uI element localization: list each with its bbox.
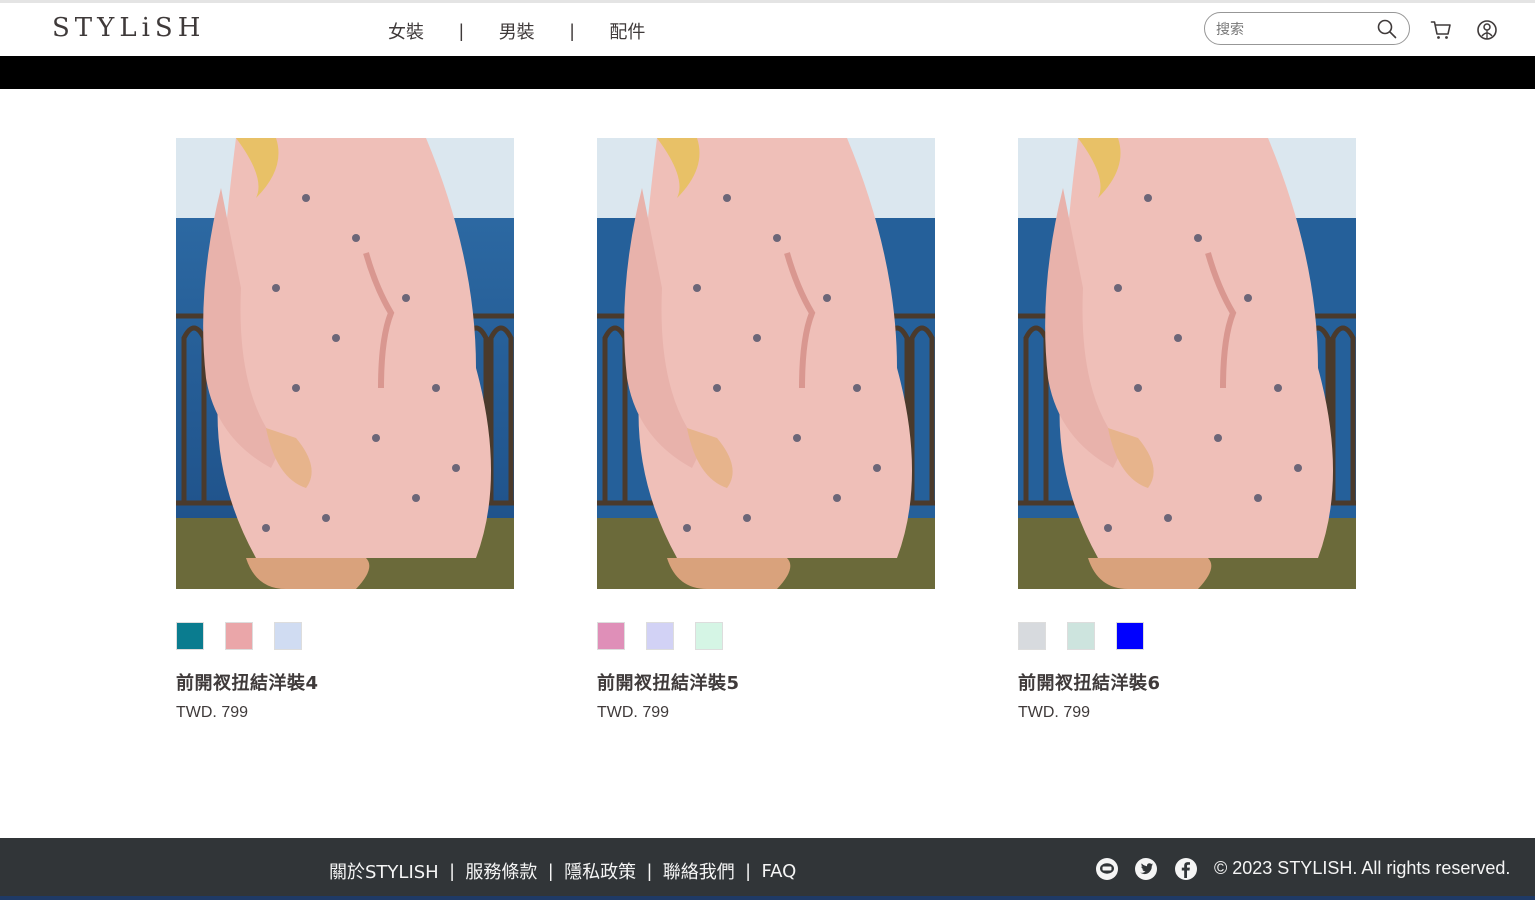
color-swatches bbox=[597, 622, 744, 650]
footer-links: 關於STYLISH | 服務條款 | 隱私政策 | 聯絡我們 | FAQ bbox=[329, 858, 796, 884]
color-swatch[interactable] bbox=[597, 622, 625, 650]
twitter-icon[interactable] bbox=[1134, 857, 1158, 886]
footer-bottom-strip bbox=[0, 896, 1535, 900]
nav-women[interactable]: 女裝 bbox=[370, 18, 442, 44]
product-image[interactable] bbox=[1018, 138, 1356, 589]
site-header: STYLiSH 女裝 | 男裝 | 配件 bbox=[0, 3, 1535, 56]
product-card[interactable]: 前開衩扭結洋裝6 TWD. 799 bbox=[1018, 138, 1356, 721]
color-swatches bbox=[1018, 622, 1165, 650]
search-input[interactable] bbox=[1214, 18, 1378, 42]
product-card[interactable]: 前開衩扭結洋裝4 TWD. 799 bbox=[176, 138, 514, 721]
search-icon[interactable] bbox=[1377, 19, 1397, 44]
line-icon[interactable] bbox=[1095, 857, 1119, 886]
footer-link-faq[interactable]: FAQ bbox=[761, 861, 796, 882]
nav-accessories[interactable]: 配件 bbox=[591, 18, 663, 44]
nav-men[interactable]: 男裝 bbox=[481, 18, 553, 44]
product-name[interactable]: 前開衩扭結洋裝4 bbox=[176, 669, 319, 695]
color-swatch[interactable] bbox=[225, 622, 253, 650]
color-swatches bbox=[176, 622, 323, 650]
color-swatch[interactable] bbox=[1067, 622, 1095, 650]
product-price: TWD. 799 bbox=[597, 704, 670, 721]
footer-separator: | bbox=[745, 860, 751, 881]
footer-separator: | bbox=[548, 860, 554, 881]
product-price: TWD. 799 bbox=[176, 704, 249, 721]
product-image[interactable] bbox=[176, 138, 514, 589]
cart-icon[interactable] bbox=[1430, 19, 1452, 46]
footer-link-contact[interactable]: 聯絡我們 bbox=[663, 858, 735, 884]
color-swatch[interactable] bbox=[1018, 622, 1046, 650]
color-swatch[interactable] bbox=[646, 622, 674, 650]
site-footer: 關於STYLISH | 服務條款 | 隱私政策 | 聯絡我們 | FAQ © 2… bbox=[0, 838, 1535, 900]
header-banner-bar bbox=[0, 56, 1535, 89]
dress-photo bbox=[176, 138, 514, 589]
facebook-icon[interactable] bbox=[1174, 857, 1198, 886]
dress-photo bbox=[597, 138, 935, 589]
dress-photo bbox=[1018, 138, 1356, 589]
color-swatch[interactable] bbox=[274, 622, 302, 650]
color-swatch[interactable] bbox=[176, 622, 204, 650]
color-swatch[interactable] bbox=[1116, 622, 1144, 650]
footer-link-privacy[interactable]: 隱私政策 bbox=[564, 858, 636, 884]
product-price: TWD. 799 bbox=[1018, 704, 1091, 721]
footer-separator: | bbox=[647, 860, 652, 881]
search-box bbox=[1204, 12, 1410, 45]
footer-link-terms[interactable]: 服務條款 bbox=[465, 858, 537, 884]
product-name[interactable]: 前開衩扭結洋裝5 bbox=[597, 669, 740, 695]
copyright-text: © 2023 STYLISH. All rights reserved. bbox=[1214, 858, 1511, 878]
product-name[interactable]: 前開衩扭結洋裝6 bbox=[1018, 669, 1161, 695]
color-swatch[interactable] bbox=[695, 622, 723, 650]
nav-separator: | bbox=[569, 20, 575, 41]
stylish-logo[interactable]: STYLiSH bbox=[52, 13, 205, 43]
product-card[interactable]: 前開衩扭結洋裝5 TWD. 799 bbox=[597, 138, 935, 721]
footer-link-about[interactable]: 關於STYLISH bbox=[329, 858, 439, 884]
footer-separator: | bbox=[449, 860, 455, 881]
product-image[interactable] bbox=[597, 138, 935, 589]
member-icon[interactable] bbox=[1476, 19, 1498, 46]
category-nav: 女裝 | 男裝 | 配件 bbox=[370, 18, 663, 44]
nav-separator: | bbox=[459, 20, 464, 41]
